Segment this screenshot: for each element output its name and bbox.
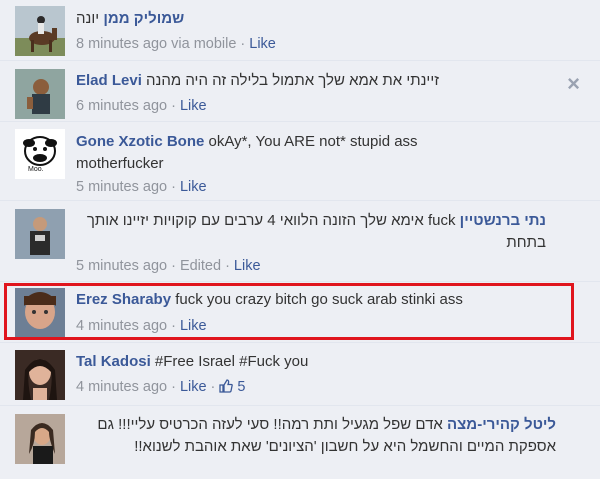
separator-dot: · (225, 258, 230, 274)
comment-meta: 8 minutes ago via mobile · Like (76, 34, 276, 54)
timestamp[interactable]: 4 minutes ago (76, 379, 167, 395)
separator-dot: · (171, 379, 176, 395)
avatar[interactable] (15, 209, 65, 259)
like-link[interactable]: Like (180, 318, 207, 334)
comment-body: יונה (76, 10, 100, 27)
commenter-name[interactable]: Tal Kadosi (76, 353, 151, 370)
commenter-name[interactable]: Elad Levi (76, 72, 142, 89)
comment-item: Moo. Gone Xzotic Bone okAy*, You ARE not… (0, 122, 600, 201)
comment-item: Tal Kadosi #Free Israel #Fuck you 4 minu… (0, 343, 600, 406)
edited-label[interactable]: Edited (180, 258, 221, 274)
avatar[interactable] (15, 69, 65, 119)
comment-item: שמוליק ממן יונה 8 minutes ago via mobile… (0, 0, 600, 61)
comment-meta: 4 minutes ago · Like (76, 316, 207, 336)
separator-dot: · (171, 258, 176, 274)
close-icon[interactable]: × (567, 71, 580, 97)
comment-text: Elad Levi זיינתי את אמא שלך אתמול בלילה … (76, 70, 571, 92)
avatar[interactable] (15, 6, 65, 56)
comment-meta: 5 minutes ago · Like (76, 177, 207, 197)
commenter-name[interactable]: Erez Sharaby (76, 291, 171, 308)
comment-text: ליטל קהירי-מצה אדם שפל מגעיל ותת רמה!! ס… (76, 414, 556, 458)
comment-text: Gone Xzotic Bone okAy*, You ARE not* stu… (76, 131, 496, 175)
commenter-name[interactable]: נתי ברנשטיין (460, 212, 546, 229)
separator-dot: · (171, 179, 176, 195)
avatar-woman-image (15, 414, 65, 464)
timestamp[interactable]: 6 minutes ago (76, 98, 167, 114)
avatar-woman-image (15, 350, 65, 400)
like-link[interactable]: Like (180, 179, 207, 195)
timestamp[interactable]: 5 minutes ago (76, 179, 167, 195)
commenter-name[interactable]: Gone Xzotic Bone (76, 133, 204, 150)
like-count[interactable]: 5 (219, 379, 246, 395)
commenter-name[interactable]: שמוליק ממן (103, 10, 184, 27)
comment-text: Erez Sharaby fuck you crazy bitch go suc… (76, 289, 571, 311)
commenter-name[interactable]: ליטל קהירי-מצה (447, 416, 556, 433)
like-link[interactable]: Like (180, 98, 207, 114)
comment-text: נתי ברנשטיין fuck אימא שלך הזונה הלוואי … (76, 210, 546, 254)
comment-text: שמוליק ממן יונה (76, 8, 546, 30)
avatar-horse-rider-image (15, 6, 65, 56)
comment-item: Elad Levi זיינתי את אמא שלך אתמול בלילה … (0, 61, 600, 122)
avatar[interactable] (15, 414, 65, 464)
like-link[interactable]: Like (234, 258, 261, 274)
comment-body: זיינתי את אמא שלך אתמול בלילה זה היה מהנ… (146, 72, 440, 89)
timestamp[interactable]: 8 minutes ago (76, 36, 167, 52)
timestamp[interactable]: 4 minutes ago (76, 318, 167, 334)
via-source: via mobile (171, 36, 237, 52)
like-count-value: 5 (237, 379, 246, 395)
avatar-guy-image (15, 209, 65, 259)
like-link[interactable]: Like (249, 36, 276, 52)
avatar-boy-image (15, 288, 65, 338)
comment-item: Erez Sharaby fuck you crazy bitch go suc… (0, 282, 600, 343)
avatar-caption: Moo. (28, 166, 44, 173)
like-link[interactable]: Like (180, 379, 207, 395)
comment-item: ליטל קהירי-מצה אדם שפל מגעיל ותת רמה!! ס… (0, 406, 600, 479)
comment-text: Tal Kadosi #Free Israel #Fuck you (76, 351, 571, 373)
comment-meta: 6 minutes ago · Like (76, 96, 207, 116)
comment-meta: 5 minutes ago · Edited · Like (76, 256, 261, 276)
thumbs-up-icon (219, 379, 234, 399)
comment-body: #Free Israel #Fuck you (154, 353, 309, 370)
separator-dot: · (171, 318, 176, 334)
avatar-kid-image (15, 69, 65, 119)
separator-dot: · (240, 36, 246, 52)
comment-meta: 4 minutes ago · Like · 5 (76, 377, 246, 399)
timestamp[interactable]: 5 minutes ago (76, 258, 167, 274)
avatar[interactable] (15, 350, 65, 400)
separator-dot: · (171, 98, 176, 114)
separator-dot: · (210, 379, 216, 395)
avatar[interactable] (15, 288, 65, 338)
comment-item: נתי ברנשטיין fuck אימא שלך הזונה הלוואי … (0, 201, 600, 282)
comment-body: fuck you crazy bitch go suck arab stinki… (175, 291, 463, 308)
